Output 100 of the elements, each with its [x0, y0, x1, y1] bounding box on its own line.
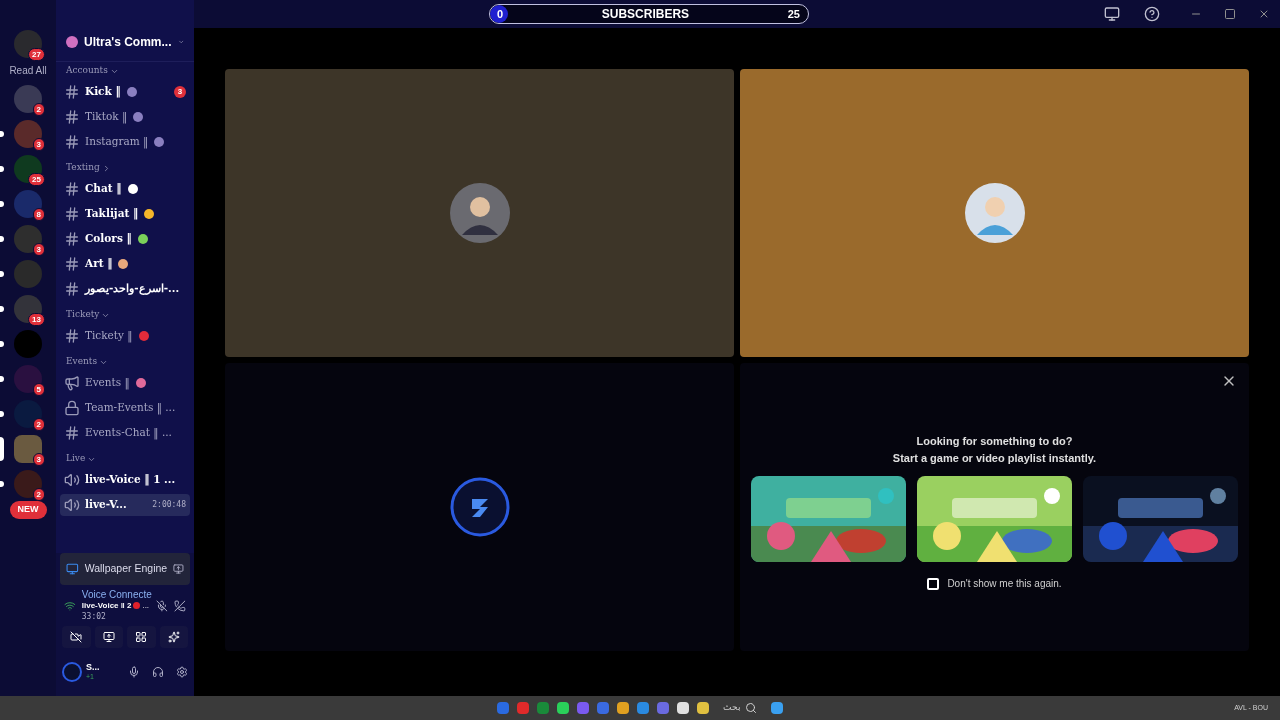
mention-badge: 27: [28, 48, 45, 61]
hash-icon: [64, 425, 80, 441]
help-icon[interactable]: [1144, 6, 1160, 22]
taskbar-search[interactable]: بحث: [717, 701, 763, 715]
taskbar-app-icon[interactable]: [617, 702, 629, 714]
prompt-subtitle: Start a game or video playlist instantly.: [892, 450, 1097, 466]
settings-icon[interactable]: [176, 666, 188, 678]
channel-item[interactable]: اسرع-واحد-يصور-...: [60, 278, 190, 300]
channel-item[interactable]: Art ‖: [60, 253, 190, 275]
grid-icon: [135, 631, 148, 643]
channel-item[interactable]: Taklijat ‖: [60, 203, 190, 225]
video-tile[interactable]: [225, 363, 734, 651]
hash-icon: [64, 134, 80, 150]
soundboard-button[interactable]: [159, 626, 188, 648]
hash-icon: [64, 206, 80, 222]
microphone-icon[interactable]: [128, 666, 140, 678]
server-header[interactable]: Ultra's Comm...: [56, 22, 194, 62]
channel-name: Colors ‖: [85, 231, 132, 247]
mention-badge: 13: [28, 313, 45, 326]
hash-icon: [64, 181, 80, 197]
taskbar-app-icon[interactable]: [677, 702, 689, 714]
checkbox[interactable]: [927, 577, 940, 590]
emoji-icon: [137, 330, 150, 342]
server-icon[interactable]: [0, 400, 42, 428]
search-icon: [745, 702, 757, 714]
counter-start: 0: [497, 6, 504, 22]
channel-name: Instagram ‖: [85, 134, 149, 150]
channel-item[interactable]: Colors ‖: [60, 228, 190, 250]
emoji-icon: [117, 258, 130, 270]
channel-item[interactable]: Chat ‖: [60, 178, 190, 200]
app-icon: [66, 562, 79, 576]
channel-item[interactable]: Tiktok ‖: [60, 106, 190, 128]
channel-name: Events-Chat ‖ ...: [85, 425, 172, 441]
video-tile[interactable]: [740, 69, 1249, 357]
read-all-link[interactable]: Read All: [9, 63, 47, 78]
speaker-icon: [64, 472, 80, 488]
channel-item[interactable]: Kick ‖ 3: [60, 81, 190, 103]
channel-name: Art ‖: [85, 256, 113, 272]
channel-item[interactable]: Instagram ‖: [60, 131, 190, 153]
video-tile[interactable]: [225, 69, 734, 357]
disconnect-icon[interactable]: [174, 599, 186, 612]
voice-status: Voice Connecte: [81, 589, 151, 600]
emoji-icon: [132, 111, 145, 123]
emoji-icon: [143, 208, 156, 220]
voice-timer: 2:00:48: [152, 499, 186, 511]
share-screen-button[interactable]: [94, 626, 123, 648]
maximize-icon[interactable]: [1224, 8, 1236, 20]
hash-icon: [64, 281, 80, 297]
server-icon[interactable]: [0, 225, 42, 253]
category-header[interactable]: Accounts: [60, 64, 190, 78]
user-avatar: [964, 183, 1025, 243]
activities-button[interactable]: [127, 626, 156, 648]
checkbox-label: Don't show me this again.: [947, 577, 1062, 591]
user-avatar: [449, 183, 510, 243]
hash-icon: [64, 256, 80, 272]
channel-item[interactable]: Team-Events ‖ ...: [60, 397, 190, 419]
channel-name: Events ‖: [85, 375, 130, 391]
hash-icon: [64, 231, 80, 247]
channel-item[interactable]: live-Voice ‖ 1 ...: [60, 469, 190, 491]
server-icon[interactable]: [0, 435, 42, 463]
start-icon[interactable]: [771, 702, 783, 714]
channel-name: Tickety ‖: [85, 328, 133, 344]
lock-icon: [64, 400, 80, 416]
mention-badge: 25: [28, 173, 45, 186]
category-header[interactable]: Events: [60, 355, 190, 369]
channel-name: Kick ‖: [85, 84, 121, 100]
channel-item[interactable]: Events ‖: [60, 372, 190, 394]
emoji-icon: [126, 183, 139, 195]
server-icon[interactable]: [0, 120, 42, 148]
channel-item[interactable]: Tickety ‖: [60, 325, 190, 347]
counter-end: 25: [787, 6, 800, 22]
camera-off-button[interactable]: [62, 626, 91, 648]
channel-name: Tiktok ‖: [85, 109, 128, 125]
close-icon[interactable]: [1258, 8, 1270, 20]
server-icon[interactable]: [0, 365, 42, 393]
category-header[interactable]: Tickety: [60, 308, 190, 322]
user-avatar[interactable]: [62, 662, 82, 682]
taskbar-app-icon[interactable]: [697, 702, 709, 714]
server-name: Ultra's Comm...: [84, 33, 172, 51]
server-icon[interactable]: [0, 190, 42, 218]
megaphone-icon: [64, 375, 80, 391]
server-icon[interactable]: [0, 470, 42, 498]
hash-icon: [64, 84, 80, 100]
headphones-icon[interactable]: [152, 666, 164, 678]
category-header[interactable]: Texting: [60, 161, 190, 175]
emoji-icon: [136, 233, 149, 245]
voice-channel-suffix: ...: [142, 600, 150, 611]
activity-card[interactable]: Wallpaper Engine: [60, 553, 190, 585]
noise-suppression-icon[interactable]: [156, 599, 169, 612]
emoji-icon: [125, 86, 138, 98]
channel-name: اسرع-واحد-يصور-...: [85, 281, 180, 297]
screen-share-icon: [102, 631, 115, 643]
prompt-title: Looking for something to do?: [916, 434, 1073, 449]
taskbar-app-icon[interactable]: [557, 702, 569, 714]
screen-share-icon[interactable]: [173, 563, 184, 575]
server-home-icon: [66, 35, 78, 48]
channel-item[interactable]: Events-Chat ‖ ...: [60, 422, 190, 444]
channel-item[interactable]: live-V... 2:00:48: [60, 494, 190, 516]
category-header[interactable]: Live: [60, 452, 190, 466]
hash-icon: [64, 109, 80, 125]
